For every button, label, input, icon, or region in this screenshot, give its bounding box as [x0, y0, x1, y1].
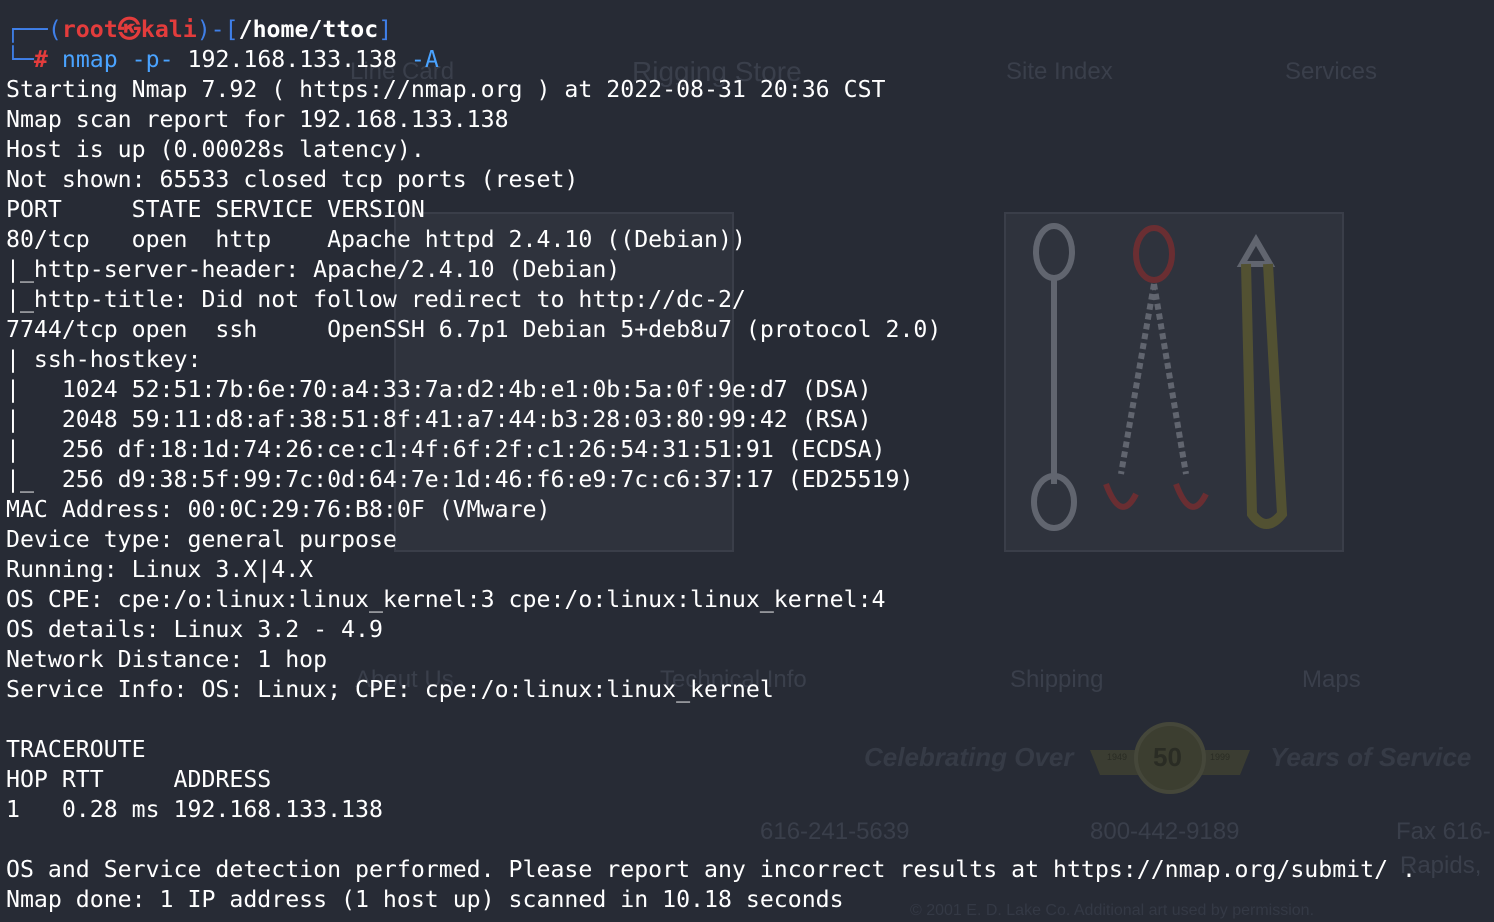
output-line: |_http-server-header: Apache/2.4.10 (Deb… [6, 256, 621, 283]
output-line: | 1024 52:51:7b:6e:70:a4:33:7a:d2:4b:e1:… [6, 376, 872, 403]
output-line: PORT STATE SERVICE VERSION [6, 196, 425, 223]
output-line: | 2048 59:11:d8:af:38:51:8f:41:a7:44:b3:… [6, 406, 872, 433]
output-line: Network Distance: 1 hop [6, 646, 328, 673]
output-line: MAC Address: 00:0C:29:76:B8:0F (VMware) [6, 496, 551, 523]
output-line: OS and Service detection performed. Plea… [6, 856, 1416, 883]
command-flag: -A [410, 46, 439, 73]
output-line: HOP RTT ADDRESS [6, 766, 272, 793]
command-output: Starting Nmap 7.92 ( https://nmap.org ) … [6, 75, 1494, 915]
output-line: Host is up (0.00028s latency). [6, 136, 425, 163]
prompt-frame-top: ┌──( [6, 16, 62, 43]
prompt-header: ┌──(root㉿kali)-[/home/ttoc] [6, 16, 393, 43]
output-line: Nmap scan report for 192.168.133.138 [6, 106, 509, 133]
output-line: | 256 df:18:1d:74:26:ce:c1:4f:6f:2f:c1:2… [6, 436, 886, 463]
kali-skull-icon: ㉿ [117, 16, 141, 43]
output-line: Device type: general purpose [6, 526, 397, 553]
output-line: | ssh-hostkey: [6, 346, 216, 373]
command-name: nmap [61, 46, 118, 73]
prompt-user: root [61, 16, 118, 43]
output-line: 80/tcp open http Apache httpd 2.4.10 ((D… [6, 226, 746, 253]
prompt-frame-bottom: └─ [6, 46, 34, 73]
output-line: Not shown: 65533 closed tcp ports (reset… [6, 166, 579, 193]
output-line: OS details: Linux 3.2 - 4.9 [6, 616, 383, 643]
output-line: |_http-title: Did not follow redirect to… [6, 286, 746, 313]
command-flag: -p- [131, 46, 174, 73]
output-line: 1 0.28 ms 192.168.133.138 [6, 796, 383, 823]
output-line: Nmap done: 1 IP address (1 host up) scan… [6, 886, 844, 913]
prompt-symbol: # [33, 46, 48, 73]
output-line: |_ 256 d9:38:5f:99:7c:0d:64:7e:1d:46:f6:… [6, 466, 914, 493]
output-line: Service Info: OS: Linux; CPE: cpe:/o:lin… [6, 676, 774, 703]
prompt-host: kali [140, 16, 197, 43]
command-line[interactable]: └─# nmap -p- 192.168.133.138 -A [6, 45, 1494, 75]
command-target: 192.168.133.138 [187, 46, 397, 73]
output-line: Running: Linux 3.X|4.X [6, 556, 314, 583]
prompt-path: /home/ttoc [238, 16, 379, 43]
terminal-window[interactable]: ┌──(root㉿kali)-[/home/ttoc] └─# nmap -p-… [6, 15, 1494, 915]
output-line: TRACEROUTE [6, 736, 146, 763]
output-line: Starting Nmap 7.92 ( https://nmap.org ) … [6, 76, 886, 103]
output-line: OS CPE: cpe:/o:linux:linux_kernel:3 cpe:… [6, 586, 886, 613]
output-line: 7744/tcp open ssh OpenSSH 6.7p1 Debian 5… [6, 316, 942, 343]
